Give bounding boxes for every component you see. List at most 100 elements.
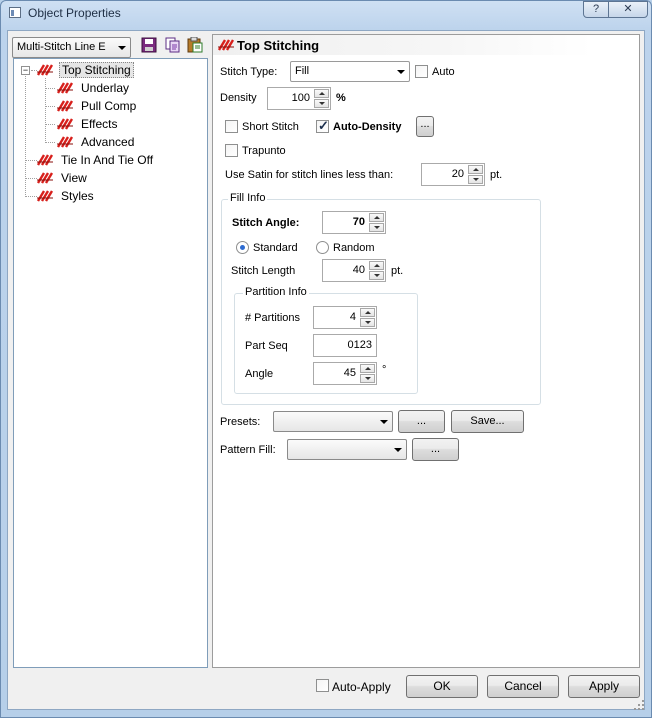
pattern-fill-label: Pattern Fill: xyxy=(220,444,276,456)
standard-radio[interactable] xyxy=(236,241,249,254)
cancel-button[interactable]: Cancel xyxy=(487,675,559,698)
partition-angle-spinner[interactable]: 45 xyxy=(313,362,377,385)
property-tree[interactable]: − Top Stitching Underlay Pull Comp Effec… xyxy=(13,58,208,668)
spin-down-icon[interactable] xyxy=(369,271,384,280)
object-type-dropdown[interactable]: Multi-Stitch Line E xyxy=(12,37,131,58)
density-spinner[interactable]: 100 xyxy=(267,87,331,110)
spin-up-icon[interactable] xyxy=(369,261,384,270)
help-button[interactable]: ? xyxy=(583,1,609,18)
window-icon xyxy=(9,7,21,18)
spin-down-icon[interactable] xyxy=(369,223,384,232)
density-label: Density xyxy=(220,92,257,104)
object-type-value: Multi-Stitch Line E xyxy=(17,41,106,53)
stitch-length-label: Stitch Length xyxy=(231,265,296,277)
stitch-icon xyxy=(55,99,75,113)
tree-item-underlay[interactable]: Underlay xyxy=(55,80,165,96)
auto-density-settings-button[interactable]: ... xyxy=(416,116,434,137)
spin-down-icon[interactable] xyxy=(360,318,375,327)
standard-label: Standard xyxy=(253,242,298,254)
auto-checkbox[interactable] xyxy=(415,65,428,78)
spin-down-icon[interactable] xyxy=(468,175,483,184)
tree-item-top-stitching[interactable]: Top Stitching xyxy=(35,62,155,78)
satin-threshold-spinner[interactable]: 20 xyxy=(421,163,485,186)
presets-dropdown[interactable] xyxy=(273,411,393,432)
chevron-down-icon xyxy=(118,46,126,50)
presets-save-button[interactable]: Save... xyxy=(451,410,524,433)
tree-guide xyxy=(45,124,55,125)
top-stitching-panel: Top Stitching Stitch Type: Fill Auto Den… xyxy=(212,34,640,668)
stitch-angle-spinner[interactable]: 70 xyxy=(322,211,386,234)
tree-item-styles[interactable]: Styles xyxy=(35,188,145,204)
tree-item-label: Tie In And Tie Off xyxy=(61,153,154,167)
tree-item-tie-in-tie-off[interactable]: Tie In And Tie Off xyxy=(35,152,185,168)
stitch-length-unit: pt. xyxy=(391,265,404,277)
tree-item-advanced[interactable]: Advanced xyxy=(55,134,165,150)
presets-browse-button[interactable]: ... xyxy=(398,410,445,433)
ok-button[interactable]: OK xyxy=(406,675,478,698)
tree-item-effects[interactable]: Effects xyxy=(55,116,165,132)
title-bar[interactable]: Object Properties ? ✕ xyxy=(1,1,651,25)
auto-apply-checkbox[interactable] xyxy=(316,679,329,692)
chevron-down-icon xyxy=(397,70,405,74)
presets-label: Presets: xyxy=(220,416,261,428)
stitch-type-dropdown[interactable]: Fill xyxy=(290,61,410,82)
collapse-icon[interactable]: − xyxy=(21,66,30,75)
tree-item-view[interactable]: View xyxy=(35,170,145,186)
tree-item-pull-comp[interactable]: Pull Comp xyxy=(55,98,165,114)
window-title: Object Properties xyxy=(28,6,121,20)
fill-info-group: Fill Info Stitch Angle: 70 Standard Rand… xyxy=(221,192,541,405)
tree-item-label: Effects xyxy=(81,117,118,131)
degree-unit: ° xyxy=(382,364,387,376)
stitch-icon xyxy=(35,171,55,185)
spin-up-icon[interactable] xyxy=(468,165,483,174)
satin-unit: pt. xyxy=(490,169,503,181)
save-style-icon[interactable] xyxy=(141,37,157,53)
resize-grip-icon[interactable] xyxy=(633,699,645,711)
paste-properties-icon[interactable] xyxy=(187,37,203,53)
tree-item-label: Advanced xyxy=(81,135,135,149)
short-stitch-checkbox[interactable] xyxy=(225,120,238,133)
tree-guide xyxy=(45,142,55,143)
partitions-spinner[interactable]: 4 xyxy=(313,306,377,329)
chevron-down-icon xyxy=(380,420,388,424)
stitch-icon xyxy=(35,189,55,203)
satin-threshold-label: Use Satin for stitch lines less than: xyxy=(225,169,394,181)
stitch-icon xyxy=(55,117,75,131)
tree-item-label: View xyxy=(61,171,87,185)
density-unit: % xyxy=(336,92,346,104)
partitions-value: 4 xyxy=(349,311,356,323)
tree-item-label: Top Stitching xyxy=(59,62,134,78)
spin-down-icon[interactable] xyxy=(360,374,375,383)
stitch-icon xyxy=(35,63,55,77)
spin-up-icon[interactable] xyxy=(314,89,329,98)
auto-apply-label: Auto-Apply xyxy=(332,680,391,694)
random-label: Random xyxy=(333,242,375,254)
panel-header: Top Stitching xyxy=(213,35,593,55)
chevron-down-icon xyxy=(394,448,402,452)
apply-button[interactable]: Apply xyxy=(568,675,640,698)
pattern-fill-browse-button[interactable]: ... xyxy=(412,438,459,461)
spin-up-icon[interactable] xyxy=(369,213,384,222)
tree-item-label: Underlay xyxy=(81,81,130,95)
trapunto-checkbox[interactable] xyxy=(225,144,238,157)
spin-up-icon[interactable] xyxy=(360,308,375,317)
copy-properties-icon[interactable] xyxy=(164,37,180,53)
random-radio[interactable] xyxy=(316,241,329,254)
spin-up-icon[interactable] xyxy=(360,364,375,373)
partition-angle-label: Angle xyxy=(245,368,274,380)
stitch-type-value: Fill xyxy=(295,65,310,77)
stitch-angle-label: Stitch Angle: xyxy=(232,217,300,229)
density-value: 100 xyxy=(291,92,310,104)
pattern-fill-dropdown[interactable] xyxy=(287,439,407,460)
stitch-angle-value: 70 xyxy=(352,216,365,228)
stitch-icon xyxy=(216,38,236,52)
part-seq-field[interactable]: 0123 xyxy=(313,334,377,357)
stitch-icon xyxy=(55,135,75,149)
auto-density-label: Auto-Density xyxy=(333,121,402,133)
spin-down-icon[interactable] xyxy=(314,99,329,108)
auto-density-checkbox[interactable] xyxy=(316,118,329,134)
stitch-length-spinner[interactable]: 40 xyxy=(322,259,386,282)
partition-info-caption: Partition Info xyxy=(243,286,309,298)
close-button[interactable]: ✕ xyxy=(608,1,648,18)
short-stitch-label: Short Stitch xyxy=(242,121,299,133)
